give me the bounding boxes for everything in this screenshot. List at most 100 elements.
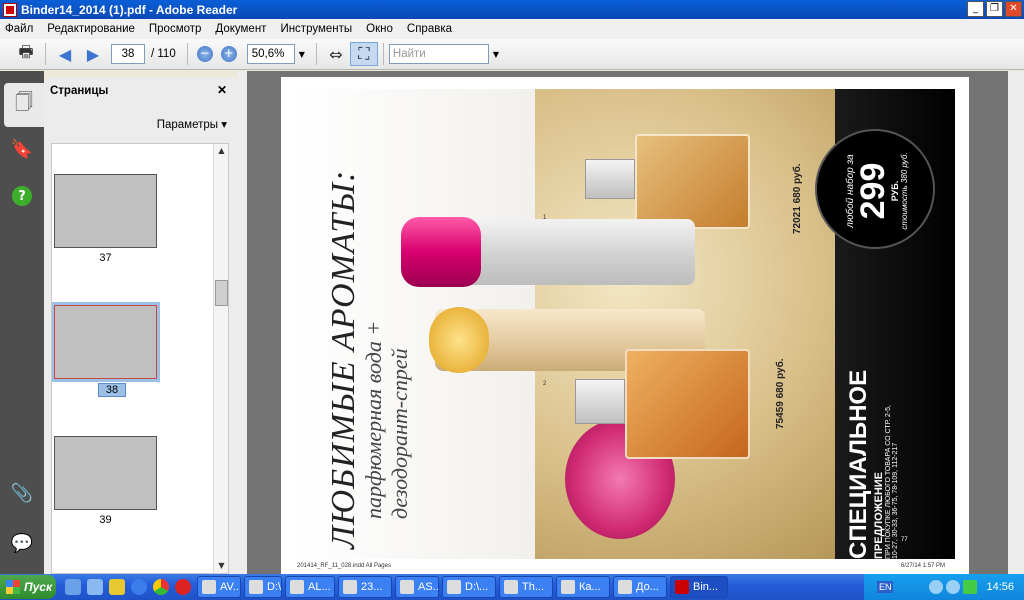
document-view[interactable]: ЛЮБИМЫЕ АРОМАТЫ: парфюмерная вода + дезо… [247, 71, 1008, 574]
chevron-down-icon[interactable]: ▼ [299, 50, 305, 59]
next-page-icon[interactable]: ▶ [79, 42, 107, 66]
zoom-out-icon[interactable]: − [196, 46, 213, 62]
taskbar-item-label: 23... [361, 581, 383, 593]
taskbar-item-label: Bin... [693, 581, 719, 593]
bookmarks-icon[interactable]: 🔖 [10, 137, 34, 161]
show-desktop-icon[interactable] [65, 579, 81, 595]
thumbnail-label: 37 [99, 252, 112, 264]
thumbnail-scrollbar[interactable]: ▲ ▼ [213, 144, 228, 573]
taskbar-item-label: AS... [418, 581, 439, 593]
navigation-pane-strip: 🗍 🔖 ? 📎 💬 [0, 71, 44, 574]
catalog-spread: ЛЮБИМЫЕ АРОМАТЫ: парфюмерная вода + дезо… [295, 89, 955, 559]
taskbar-item[interactable]: Th... [499, 576, 553, 598]
taskbar-item[interactable]: AV... [197, 576, 241, 598]
quicklaunch-icon[interactable] [87, 579, 103, 595]
menu-tools[interactable]: Инструменты [280, 23, 352, 35]
page-thumbnail-38[interactable] [52, 302, 160, 382]
title-bar: Binder14_2014 (1).pdf - Adobe Reader _ ❐… [0, 0, 1024, 19]
taskbar-item[interactable]: AS... [395, 576, 439, 598]
price-label-1: 72021 680 руб. [792, 163, 803, 234]
taskbar-item[interactable]: D:\... [244, 576, 282, 598]
fit-width-icon[interactable]: ⇔ [322, 42, 350, 66]
app-icon [202, 580, 216, 594]
window-title: Binder14_2014 (1).pdf - Adobe Reader [21, 2, 238, 17]
start-label: Пуск [24, 580, 53, 594]
taskbar-item[interactable]: 23... [338, 576, 392, 598]
offer-terms-1: ПРИ ПОКУПКЕ ЛЮБОГО ТОВАРА СО СТР. 2-5, [885, 405, 892, 559]
comments-icon[interactable]: 💬 [10, 531, 34, 555]
tray-icon[interactable] [929, 580, 944, 594]
pages-icon[interactable]: 🗍 [4, 83, 44, 127]
tray-icon[interactable] [946, 580, 961, 594]
subline-2: дезодорант-спрей [387, 348, 412, 519]
opera-icon[interactable] [175, 579, 191, 595]
menu-help[interactable]: Справка [407, 23, 452, 35]
tray-icon[interactable] [963, 580, 978, 594]
footer-left: 201414_RF_11_028.indd All Pages [297, 563, 391, 569]
close-icon[interactable]: ✕ [217, 83, 227, 97]
panel-title: Страницы [50, 85, 109, 97]
offer-subtitle: ПРЕДЛОЖЕНИЕ [873, 471, 885, 559]
taskbar-item[interactable]: До... [613, 576, 667, 598]
item-number-2: 1 [543, 215, 547, 221]
toolbar-separator [382, 43, 384, 65]
taskbar-item[interactable]: Ка... [556, 576, 610, 598]
system-tray: EN 14:56 [864, 574, 1024, 600]
menu-file[interactable]: Файл [5, 23, 33, 35]
thumbnail-label: 39 [99, 514, 112, 526]
quicklaunch-icon[interactable] [109, 579, 125, 595]
start-button[interactable]: Пуск [0, 575, 56, 599]
print-icon[interactable]: 🖶 [12, 42, 40, 66]
menu-view[interactable]: Просмотр [149, 23, 202, 35]
panel-splitter[interactable] [237, 71, 247, 574]
price-label-2: 75459 680 руб. [775, 358, 786, 429]
taskbar-item-label: До... [636, 581, 659, 593]
chevron-down-icon[interactable]: ▼ [493, 50, 499, 59]
scroll-up-icon[interactable]: ▲ [214, 144, 228, 158]
pdf-page: ЛЮБИМЫЕ АРОМАТЫ: парфюмерная вода + дезо… [281, 77, 969, 574]
fit-page-icon[interactable]: ⛶ [349, 42, 378, 66]
menu-edit[interactable]: Редактирование [47, 23, 135, 35]
attachments-icon[interactable]: 📎 [10, 481, 34, 505]
taskbar-item[interactable]: AL... [285, 576, 335, 598]
perfume-bottle-2 [625, 349, 750, 459]
adobe-reader-icon [3, 2, 17, 17]
taskbar-item-label: D:\... [465, 581, 489, 593]
page-thumbnail-39[interactable] [54, 436, 157, 510]
thumbnail-label-selected: 38 [98, 383, 126, 397]
document-icon [400, 580, 414, 594]
language-indicator[interactable]: EN [876, 581, 894, 593]
word-icon [618, 580, 632, 594]
windows-logo-icon [6, 580, 20, 594]
find-input[interactable]: Найти [388, 44, 489, 64]
page-thumbnail-37[interactable] [54, 174, 157, 248]
taskbar-item-active[interactable]: Bin... [670, 576, 728, 598]
zoom-input[interactable]: 50,6% [246, 44, 295, 64]
close-button[interactable]: ✕ [1005, 1, 1022, 17]
options-button[interactable]: Параметры ▾ [157, 117, 227, 131]
page-number-input[interactable]: 38 [111, 44, 145, 64]
perfume-cap-2 [575, 379, 625, 424]
word-icon [561, 580, 575, 594]
restore-button[interactable]: ❐ [986, 1, 1003, 17]
badge-old-price: стоимость 380 руб. [900, 152, 909, 230]
internet-explorer-icon[interactable] [131, 579, 147, 595]
page-total: / 110 [151, 48, 176, 60]
menu-window[interactable]: Окно [366, 23, 393, 35]
scroll-down-icon[interactable]: ▼ [214, 559, 228, 573]
help-icon[interactable]: ? [12, 186, 32, 206]
taskbar-item[interactable]: D:\... [442, 576, 496, 598]
menu-document[interactable]: Документ [215, 23, 266, 35]
pages-panel: Страницы ✕ Параметры ▾ 37 38 39 ▲ ▼ [44, 77, 237, 574]
previous-page-icon[interactable]: ◀ [51, 42, 79, 66]
zoom-in-icon[interactable]: + [220, 46, 237, 62]
minimize-button[interactable]: _ [967, 1, 984, 17]
window-controls: _ ❐ ✕ [967, 1, 1022, 17]
scrollbar-thumb[interactable] [215, 280, 228, 306]
toolbar-separator [45, 43, 46, 65]
document-scrollbar[interactable] [1008, 71, 1024, 574]
offer-terms-2: 10-27, 30-33, 36-75, 78-109, 112-217 [892, 442, 899, 559]
options-label: Параметры [156, 119, 219, 131]
taskbar-item-label: AV... [220, 581, 241, 593]
chrome-icon[interactable] [153, 579, 169, 595]
